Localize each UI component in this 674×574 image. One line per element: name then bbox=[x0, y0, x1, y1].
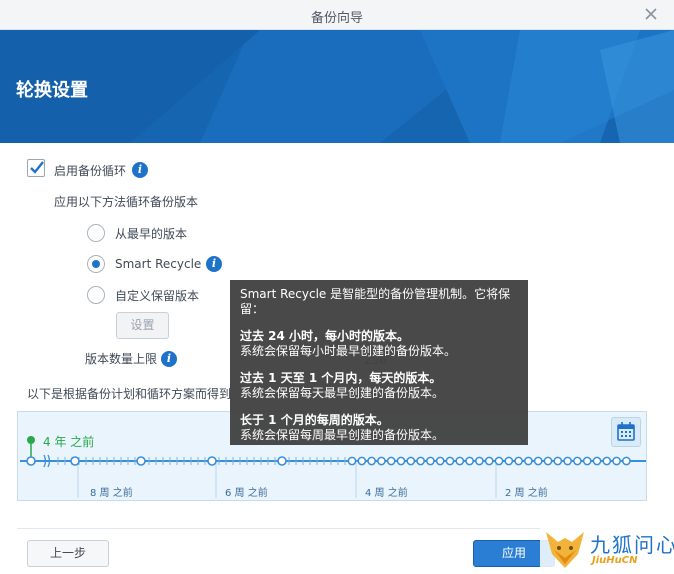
timeline-version-node bbox=[475, 456, 484, 466]
calendar-icon bbox=[617, 422, 635, 441]
timeline-version-node bbox=[426, 456, 435, 466]
tooltip-rule-desc: 系统会保留每天最早创建的备份版本。 bbox=[240, 386, 445, 400]
radio-smart-recycle[interactable] bbox=[87, 255, 105, 273]
timeline-version-node bbox=[416, 456, 425, 466]
timeline-version-node bbox=[386, 456, 396, 466]
watermark: 九狐问心 JiuHuCN bbox=[540, 527, 674, 574]
tooltip-rule-desc: 系统会保留每周最早创建的备份版本。 bbox=[240, 428, 445, 442]
radio-oldest-version[interactable] bbox=[87, 224, 105, 242]
timeline-version-node bbox=[277, 456, 287, 466]
timeline-version-node bbox=[396, 456, 406, 466]
info-icon[interactable]: i bbox=[206, 256, 222, 272]
tooltip-intro: Smart Recycle 是智能型的备份管理机制。它将保 bbox=[240, 287, 511, 301]
rotation-method-intro: 应用以下方法循环备份版本 bbox=[54, 195, 199, 209]
tooltip-intro-cont: 留： bbox=[240, 302, 265, 316]
timeline-tick-label: 6 周 之前 bbox=[225, 488, 268, 499]
timeline-version-node bbox=[484, 456, 494, 466]
max-versions-label: 版本数量上限 bbox=[85, 352, 158, 366]
timeline-version-node bbox=[622, 456, 631, 466]
fox-logo-icon bbox=[546, 532, 584, 568]
timeline-tick-label: 2 周 之前 bbox=[505, 488, 548, 499]
close-icon[interactable] bbox=[642, 5, 660, 23]
timeline-version-node bbox=[445, 456, 455, 466]
timeline-version-node bbox=[573, 456, 582, 466]
watermark-text-en: JiuHuCN bbox=[592, 555, 638, 566]
timeline-version-node bbox=[357, 456, 367, 466]
timeline-version-node bbox=[563, 456, 572, 466]
enable-rotation-checkbox[interactable] bbox=[27, 159, 45, 177]
timeline-tick-label: 4 周 之前 bbox=[365, 488, 408, 499]
timeline-version-node bbox=[582, 456, 592, 466]
calendar-button[interactable] bbox=[611, 417, 641, 447]
timeline-version-node bbox=[406, 456, 416, 466]
timeline-version-node bbox=[455, 456, 465, 466]
timeline-version-node bbox=[207, 456, 217, 466]
title-bar: 备份向导 bbox=[0, 0, 674, 30]
timeline-version-node bbox=[347, 456, 357, 466]
timeline-version-node bbox=[543, 456, 553, 466]
timeline-tick-label: 8 周 之前 bbox=[90, 488, 133, 499]
info-icon[interactable]: i bbox=[161, 351, 177, 367]
enable-rotation-label[interactable]: 启用备份循环 bbox=[54, 162, 126, 179]
option-smart-recycle-label[interactable]: Smart Recycle bbox=[115, 257, 201, 271]
timeline-version-node bbox=[612, 456, 621, 466]
timeline-version-node bbox=[524, 456, 533, 466]
timeline-version-node bbox=[435, 456, 445, 466]
timeline-version-node bbox=[367, 456, 376, 466]
banner-pattern bbox=[0, 30, 674, 143]
timeline-version-node bbox=[553, 456, 563, 466]
previous-button[interactable]: 上一步 bbox=[27, 540, 109, 567]
smart-recycle-tooltip: Smart Recycle 是智能型的备份管理机制。它将保 留： 过去 24 小… bbox=[230, 280, 528, 445]
header-banner: 轮换设置 bbox=[0, 30, 674, 143]
timeline-version-node bbox=[592, 456, 602, 466]
info-icon[interactable]: i bbox=[132, 162, 148, 178]
window-title: 备份向导 bbox=[310, 11, 363, 26]
timeline-start-dot bbox=[27, 436, 35, 444]
timeline-version-node bbox=[26, 456, 36, 466]
settings-button[interactable]: 设置 bbox=[116, 312, 169, 339]
timeline-intro: 以下是根据备份计划和循环方案而得到 bbox=[27, 387, 232, 401]
timeline-version-node bbox=[533, 456, 543, 466]
timeline-version-node bbox=[465, 456, 474, 466]
timeline-version-node bbox=[514, 456, 523, 466]
timeline-version-node bbox=[602, 456, 612, 466]
option-oldest-version-label[interactable]: 从最早的版本 bbox=[115, 225, 187, 242]
radio-custom-retention[interactable] bbox=[87, 286, 105, 304]
timeline-start-label: 4 年 之前 bbox=[43, 435, 95, 449]
tooltip-rule-desc: 系统会保留每小时最早创建的备份版本。 bbox=[240, 344, 457, 358]
timeline-version-node bbox=[494, 456, 504, 466]
timeline-version-node bbox=[70, 456, 80, 466]
watermark-text: 九狐问心 bbox=[590, 533, 674, 557]
timeline-version-node bbox=[504, 456, 514, 466]
timeline-version-node bbox=[377, 456, 386, 466]
check-icon bbox=[30, 161, 44, 174]
timeline-version-node bbox=[136, 456, 146, 466]
option-custom-retention-label[interactable]: 自定义保留版本 bbox=[115, 287, 199, 304]
page-title: 轮换设置 bbox=[16, 80, 88, 101]
